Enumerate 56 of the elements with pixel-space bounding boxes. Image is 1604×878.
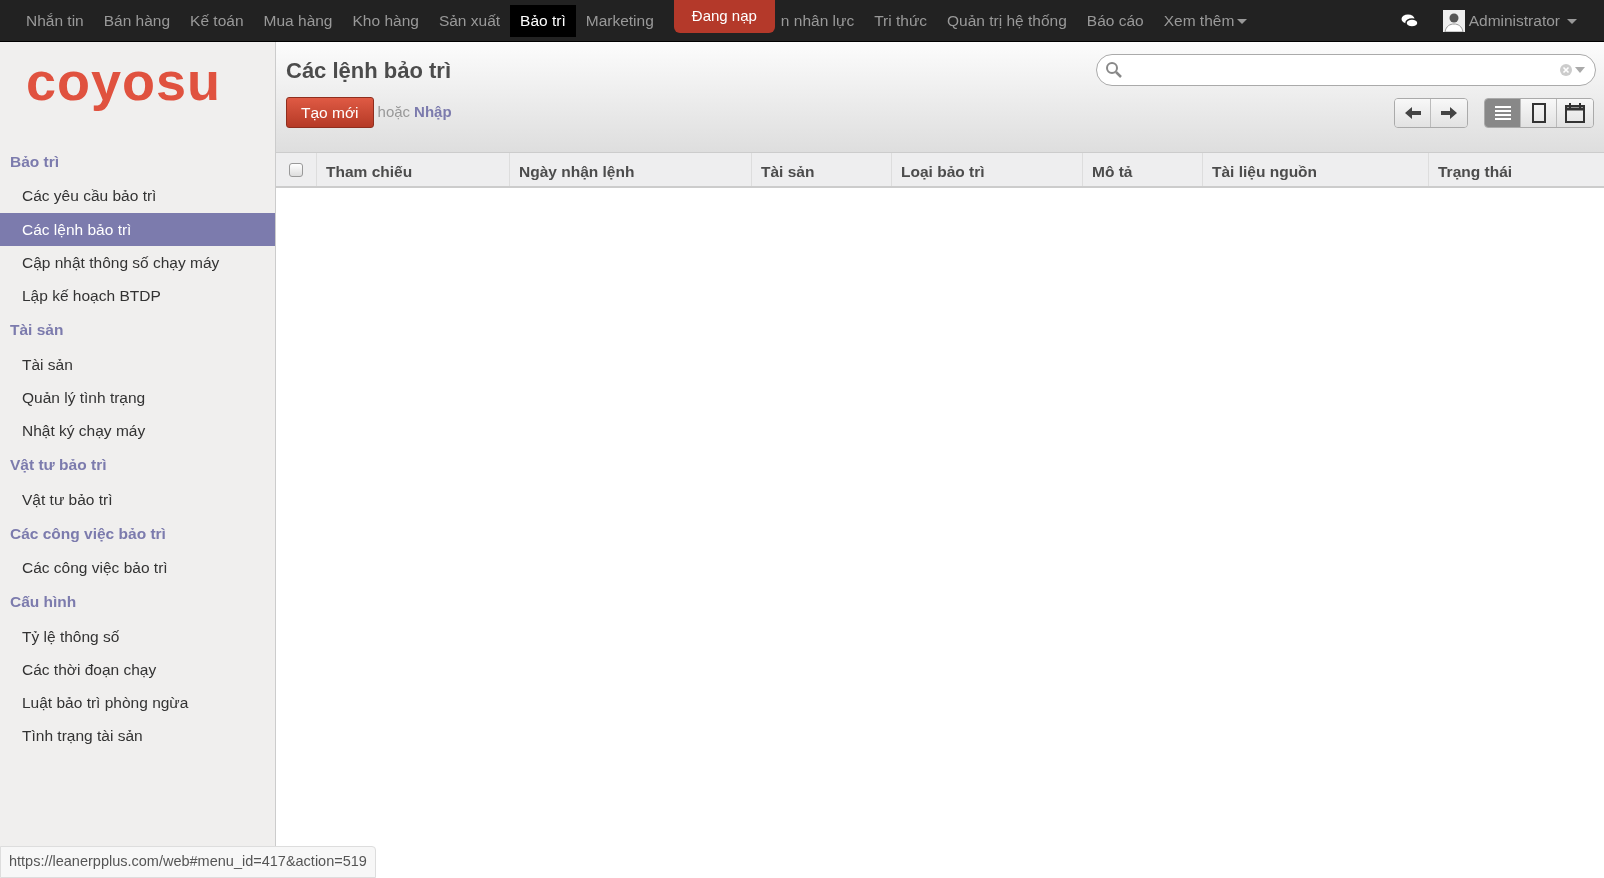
menu-item[interactable]: Mua hàng bbox=[253, 0, 343, 42]
sidebar-item[interactable]: Các lệnh bảo trì bbox=[0, 212, 275, 246]
column-header[interactable]: Mô tả bbox=[1082, 153, 1202, 186]
menu-item[interactable]: Bán hàng bbox=[93, 0, 181, 42]
column-header[interactable]: Tham chiếu bbox=[316, 153, 509, 186]
menu-item[interactable]: Kế toán bbox=[180, 0, 254, 42]
page-title: Các lệnh bảo trì bbox=[286, 57, 452, 85]
or-text: hoặc bbox=[377, 102, 411, 123]
sidebar-item[interactable]: Lập kế hoạch BTDP bbox=[0, 279, 275, 313]
status-url: https://leanerpplus.com/web#menu_id=417&action=519 bbox=[0, 846, 376, 878]
sidebar-item[interactable]: Các thời đoạn chạy bbox=[0, 652, 275, 686]
sidebar-item[interactable]: Nhật ký chạy máy bbox=[0, 414, 275, 448]
sidebar-item[interactable]: Quản lý tình trạng bbox=[0, 380, 275, 414]
user-menu[interactable]: Administrator bbox=[1442, 9, 1580, 33]
menu-item[interactable]: Báo cáo bbox=[1076, 0, 1154, 42]
sidebar-item[interactable]: Tài sản bbox=[0, 347, 275, 381]
chat-icon[interactable] bbox=[1400, 13, 1419, 29]
section-header: Cấu hình bbox=[9, 592, 78, 613]
view-button[interactable] bbox=[1557, 98, 1593, 127]
user-name: Administrator bbox=[1468, 11, 1560, 32]
sidebar-item[interactable]: Các công việc bảo trì bbox=[0, 551, 275, 585]
section-header: Vật tư bảo trì bbox=[9, 455, 108, 476]
previous-button[interactable] bbox=[1395, 98, 1431, 127]
column-header[interactable]: Trạng thái bbox=[1428, 153, 1604, 186]
next-button[interactable] bbox=[1431, 98, 1467, 127]
view-button[interactable] bbox=[1521, 98, 1557, 127]
section-header: Các công việc bảo trì bbox=[9, 523, 167, 544]
sidebar-item[interactable]: Tình trạng tài sản bbox=[0, 719, 275, 753]
section-header: Bảo trì bbox=[9, 152, 61, 172]
menu-item[interactable]: Sản xuất bbox=[428, 0, 511, 42]
column-header[interactable]: Tài sản bbox=[751, 153, 891, 186]
menu-item[interactable]: Nhắn tin bbox=[16, 0, 94, 42]
sidebar-item[interactable]: Các yêu cầu bảo trì bbox=[0, 179, 275, 213]
menu-item[interactable]: Kho hàng bbox=[342, 0, 429, 42]
column-header[interactable]: Tài liệu nguồn bbox=[1202, 153, 1428, 186]
arrow-left-icon bbox=[1403, 105, 1422, 120]
search-icon bbox=[1105, 61, 1123, 79]
loading-badge: Đang nạp bbox=[673, 0, 775, 33]
create-button[interactable]: Tạo mới bbox=[286, 97, 374, 129]
menu-item[interactable]: Marketing bbox=[575, 0, 664, 42]
sidebar-item[interactable]: Luật bảo trì phòng ngừa bbox=[0, 686, 275, 720]
column-header[interactable]: Loại bảo trì bbox=[891, 153, 1082, 186]
sidebar-item[interactable]: Vật tư bảo trì bbox=[0, 482, 275, 516]
select-all-checkbox[interactable] bbox=[289, 162, 303, 177]
sidebar-item[interactable]: Tỷ lệ thông số bbox=[0, 619, 275, 653]
calendar-icon bbox=[1565, 102, 1585, 123]
arrow-right-icon bbox=[1440, 105, 1458, 120]
menu-item[interactable]: Bảo trì bbox=[510, 5, 576, 37]
menu-item[interactable]: Quản trị hệ thống bbox=[937, 0, 1077, 42]
menu-item[interactable]: Xem thêm bbox=[1153, 0, 1261, 42]
section-header: Tài sản bbox=[9, 320, 65, 341]
sidebar-item[interactable]: Cập nhật thông số chạy máy bbox=[0, 245, 275, 279]
column-header[interactable]: Ngày nhận lệnh bbox=[509, 153, 751, 186]
logo: coyosu bbox=[25, 50, 223, 113]
menu-item[interactable]: Tri thức bbox=[864, 0, 937, 42]
avatar-icon bbox=[1442, 10, 1465, 32]
